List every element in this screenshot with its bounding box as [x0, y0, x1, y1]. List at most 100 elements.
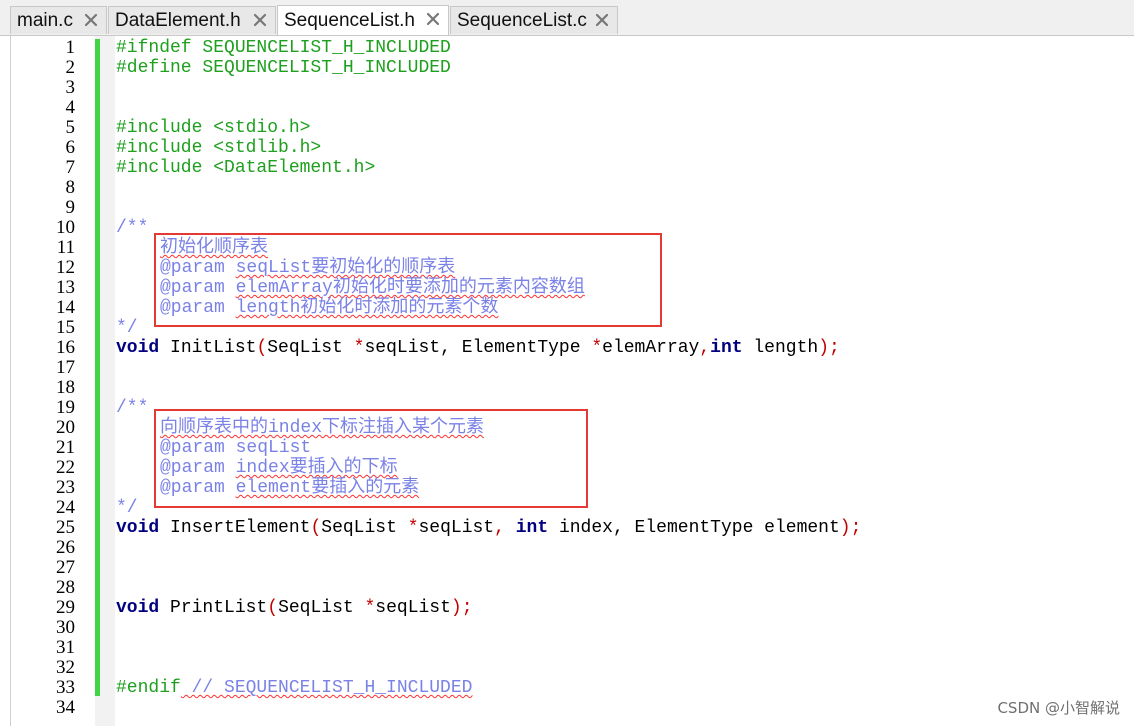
line-number: 29 — [56, 597, 75, 618]
keyword: int — [515, 518, 549, 538]
function-name: InsertElement — [159, 518, 311, 538]
param-text: seqList — [375, 598, 451, 618]
line-number: 25 — [56, 517, 75, 538]
doc-comment-open: /** — [116, 218, 149, 238]
line-number: 22 — [56, 457, 75, 478]
comma: , — [494, 518, 516, 538]
line-number: 2 — [65, 57, 76, 78]
tab-main-c[interactable]: main.c — [10, 6, 107, 34]
pointer-op: * — [591, 338, 603, 358]
line-number: 14 — [56, 297, 75, 318]
line-number: 16 — [56, 337, 75, 358]
code-line-6[interactable]: #include <stdlib.h> — [116, 138, 321, 158]
tab-bar: main.c DataElement.h SequenceList.h Sequ… — [0, 0, 1134, 36]
line-number: 21 — [56, 437, 75, 458]
param-text: seqList — [418, 518, 495, 538]
keyword: void — [116, 338, 160, 358]
line-number: 6 — [65, 137, 76, 158]
preprocessor-directive: #ifndef SEQUENCELIST_H_INCLUDED — [116, 38, 451, 58]
paren: ); — [839, 518, 862, 538]
param-text: SeqList — [321, 518, 408, 538]
code-line-15[interactable]: */ — [116, 318, 138, 338]
preprocessor-include: #include <DataElement.h> — [116, 158, 376, 178]
line-number: 11 — [56, 237, 75, 258]
preprocessor-include: #include <stdio.h> — [116, 118, 311, 138]
function-name: PrintList — [159, 598, 268, 618]
line-number: 18 — [56, 377, 75, 398]
paren: ); — [818, 338, 840, 358]
watermark: CSDN @小智解说 — [997, 699, 1120, 717]
line-number: 12 — [56, 257, 75, 278]
paren: ( — [267, 598, 279, 618]
line-number: 10 — [56, 217, 75, 238]
code-line-25[interactable]: void InsertElement(SeqList *seqList, int… — [116, 518, 861, 538]
line-number: 1 — [65, 37, 76, 58]
tab-label: SequenceList.h — [284, 10, 415, 31]
doc-comment-close: */ — [116, 498, 138, 518]
line-number: 15 — [56, 317, 75, 338]
tab-label: SequenceList.c — [457, 9, 587, 31]
line-number: 20 — [56, 417, 75, 438]
param-text: seqList, ElementType — [364, 338, 592, 358]
code-line-1[interactable]: #ifndef SEQUENCELIST_H_INCLUDED — [116, 38, 451, 58]
tab-dataelement-h[interactable]: DataElement.h — [108, 6, 276, 34]
code-line-29[interactable]: void PrintList(SeqList *seqList); — [116, 598, 473, 618]
preprocessor-directive: #endif — [116, 678, 181, 698]
paren: ( — [256, 338, 268, 358]
line-number: 34 — [56, 697, 75, 718]
line-number: 7 — [65, 157, 76, 178]
line-number: 17 — [56, 357, 75, 378]
line-number: 4 — [65, 97, 76, 118]
code-line-5[interactable]: #include <stdio.h> — [116, 118, 310, 138]
code-line-2[interactable]: #define SEQUENCELIST_H_INCLUDED — [116, 58, 451, 78]
line-number: 13 — [56, 277, 75, 298]
pointer-op: * — [353, 338, 365, 358]
param-text: SeqList — [278, 598, 365, 618]
keyword: int — [710, 338, 743, 358]
keyword: void — [116, 598, 160, 618]
code-line-7[interactable]: #include <DataElement.h> — [116, 158, 375, 178]
line-number: 9 — [65, 197, 76, 218]
line-number: 8 — [65, 177, 76, 198]
line-number: 33 — [56, 677, 75, 698]
line-number: 32 — [56, 657, 75, 678]
tab-sequencelist-h[interactable]: SequenceList.h — [277, 5, 449, 36]
close-icon[interactable] — [83, 12, 99, 28]
line-number: 31 — [56, 637, 75, 658]
preprocessor-include: #include <stdlib.h> — [116, 138, 322, 158]
code-line-10[interactable]: /** — [116, 218, 148, 238]
function-name: InitList — [159, 338, 257, 358]
line-number: 27 — [56, 557, 75, 578]
close-icon[interactable] — [425, 11, 441, 27]
pointer-op: * — [407, 518, 419, 538]
line-comment: // SEQUENCELIST_H_INCLUDED — [180, 678, 473, 698]
param-text: length — [742, 338, 819, 358]
code-line-16[interactable]: void InitList(SeqList *seqList, ElementT… — [116, 338, 840, 358]
line-number: 26 — [56, 537, 75, 558]
param-text: elemArray — [602, 338, 700, 358]
doc-comment-close: */ — [116, 318, 138, 338]
tab-label: DataElement.h — [115, 9, 241, 31]
code-line-24[interactable]: */ — [116, 498, 138, 518]
line-number: 3 — [65, 77, 76, 98]
keyword: void — [116, 518, 160, 538]
tab-label: main.c — [17, 9, 73, 31]
line-number: 28 — [56, 577, 75, 598]
param-text: SeqList — [267, 338, 354, 358]
paren: ); — [450, 598, 473, 618]
line-number: 23 — [56, 477, 75, 498]
code-line-19[interactable]: /** — [116, 398, 148, 418]
highlight-box-initlist-doc — [154, 233, 662, 327]
line-number: 19 — [56, 397, 75, 418]
tab-sequencelist-c[interactable]: SequenceList.c — [450, 6, 618, 34]
close-icon[interactable] — [594, 12, 610, 28]
param-text: index, ElementType element — [548, 518, 840, 538]
line-number: 24 — [56, 497, 75, 518]
line-number: 5 — [65, 117, 76, 138]
pointer-op: * — [364, 598, 376, 618]
paren: ( — [310, 518, 322, 538]
code-line-33[interactable]: #endif // SEQUENCELIST_H_INCLUDED — [116, 678, 472, 698]
highlight-box-insertelement-doc — [154, 409, 588, 508]
line-number: 30 — [56, 617, 75, 638]
close-icon[interactable] — [252, 12, 268, 28]
